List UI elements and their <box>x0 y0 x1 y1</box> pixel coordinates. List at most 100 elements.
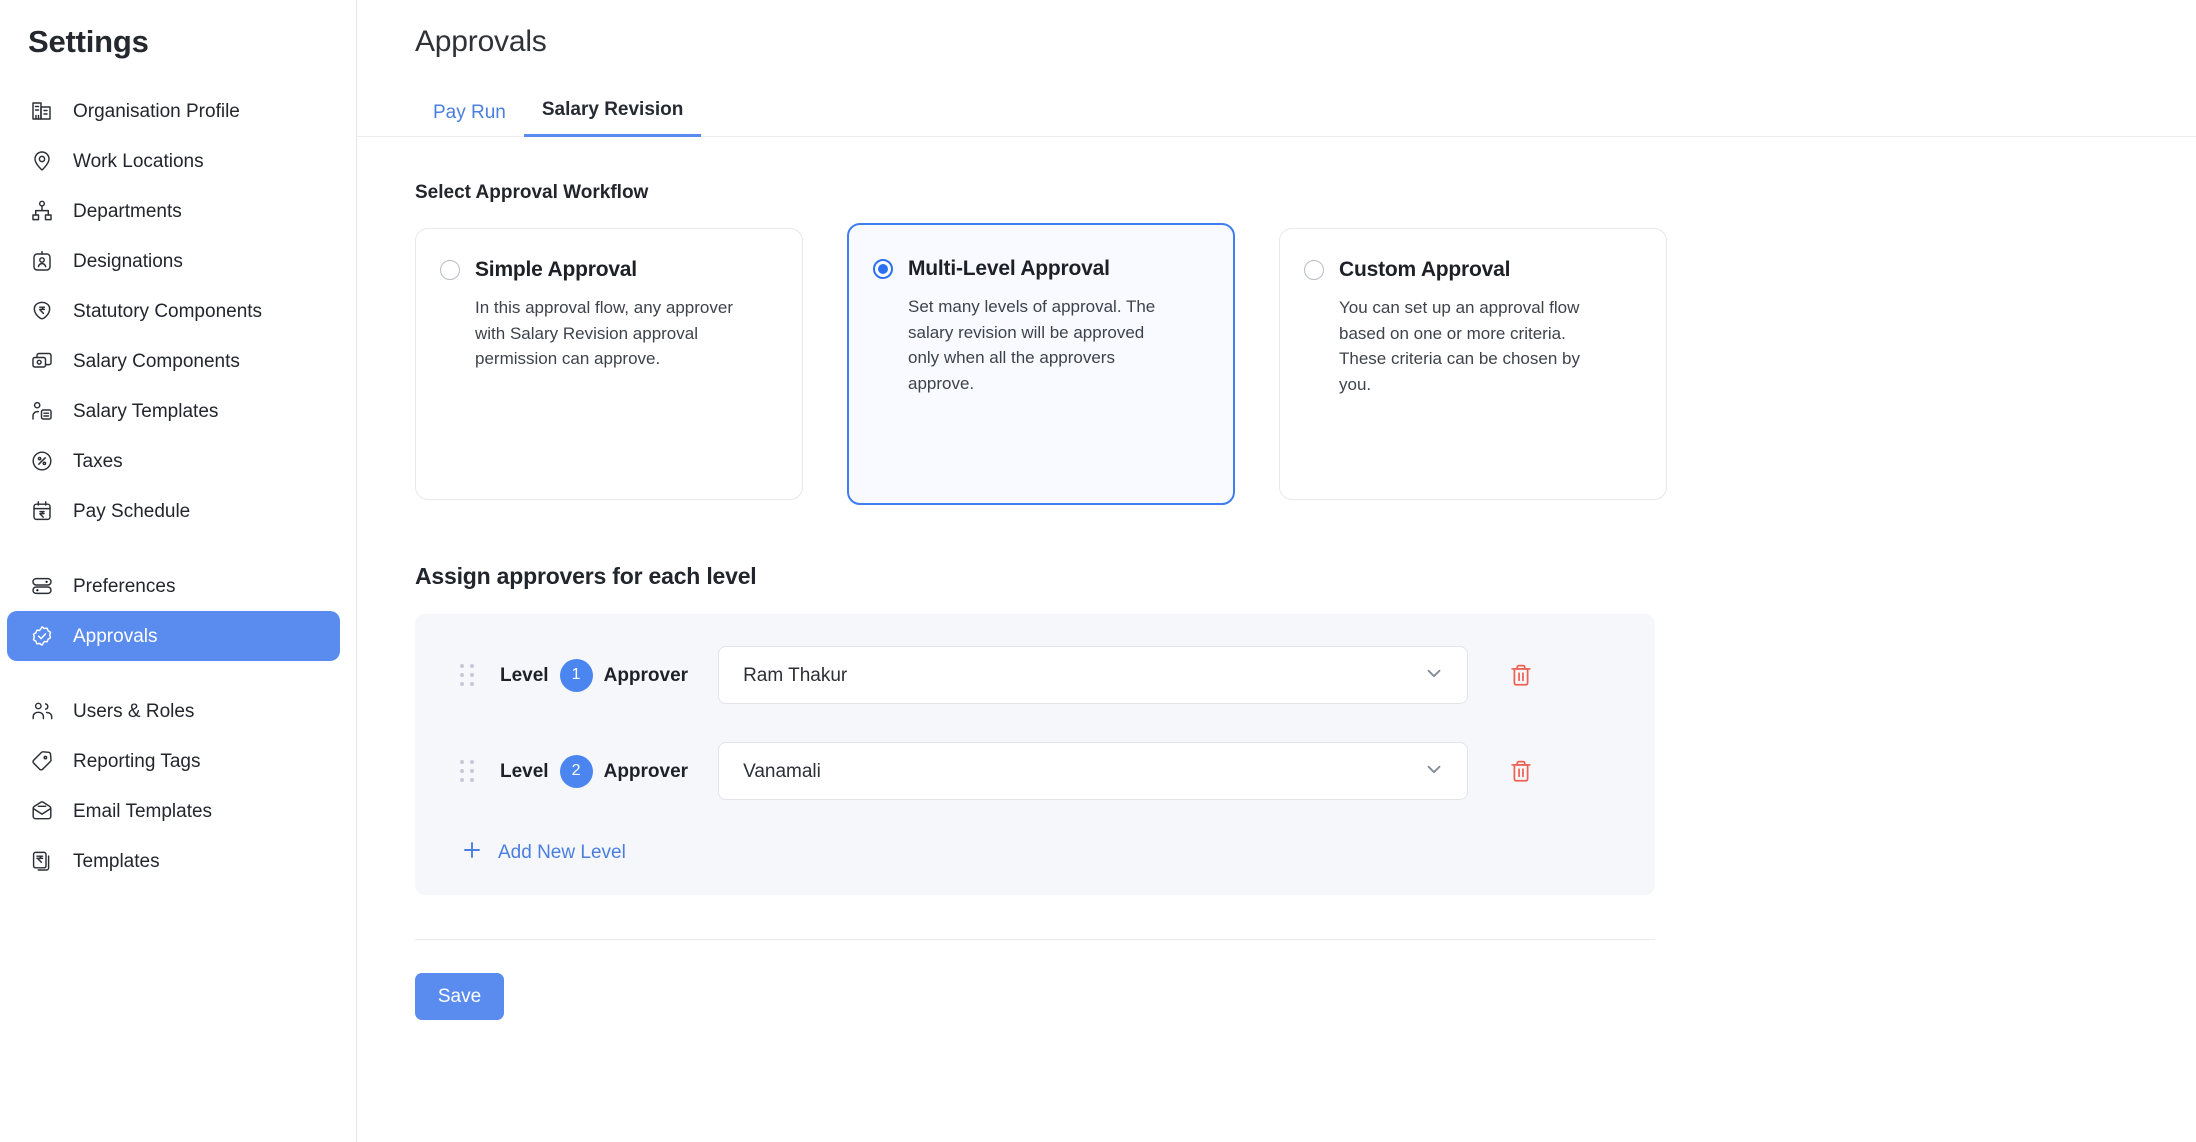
rupee-shield-icon <box>29 298 55 324</box>
drag-handle-icon[interactable] <box>460 663 476 687</box>
approver-word: Approver <box>604 666 688 685</box>
sidebar-item-label: Organisation Profile <box>73 102 240 121</box>
workflow-option-description: You can set up an approval flow based on… <box>1304 295 1604 397</box>
cards-stack-icon <box>29 348 55 374</box>
percent-circle-icon <box>29 448 55 474</box>
sidebar-item-departments[interactable]: Departments <box>7 186 340 236</box>
calendar-rupee-icon <box>29 498 55 524</box>
add-new-level-button[interactable]: Add New Level <box>415 838 626 867</box>
level-row-list: Level 1 Approver Ram Thakur Level 2 Approver Va… <box>415 644 1655 802</box>
tab-bar: Pay RunSalary Revision <box>357 83 2196 137</box>
level-label-group: Level 1 Approver <box>500 659 688 692</box>
approver-select-value: Ram Thakur <box>743 666 847 685</box>
sidebar-item-label: Departments <box>73 202 182 221</box>
sidebar-item-taxes[interactable]: Taxes <box>7 436 340 486</box>
sidebar-item-reporting-tags[interactable]: Reporting Tags <box>7 736 340 786</box>
sidebar-item-label: Templates <box>73 852 160 871</box>
radio-button[interactable] <box>440 260 460 280</box>
sidebar-item-label: Email Templates <box>73 802 212 821</box>
settings-sidebar: Settings Organisation Profile Work Locati… <box>0 0 357 1142</box>
workflow-option-multi-level-approval[interactable]: Multi-Level Approval Set many levels of a… <box>847 223 1235 505</box>
id-badge-icon <box>29 248 55 274</box>
org-chart-icon <box>29 198 55 224</box>
sidebar-title: Settings <box>0 22 356 62</box>
workflow-option-title: Custom Approval <box>1339 257 1510 283</box>
approver-select-value: Vanamali <box>743 762 821 781</box>
sidebar-item-approvals[interactable]: Approvals <box>7 611 340 661</box>
person-document-icon <box>29 398 55 424</box>
drag-handle-icon[interactable] <box>460 759 476 783</box>
tab-salary-revision[interactable]: Salary Revision <box>524 100 702 137</box>
workflow-option-custom-approval[interactable]: Custom Approval You can set up an approva… <box>1279 228 1667 500</box>
workflow-option-header: Custom Approval <box>1304 257 1636 283</box>
workflow-option-header: Simple Approval <box>440 257 772 283</box>
main-content: Approvals Pay RunSalary Revision Select … <box>357 0 2196 1142</box>
sidebar-item-label: Statutory Components <box>73 302 262 321</box>
sidebar-item-label: Designations <box>73 252 183 271</box>
workflow-option-simple-approval[interactable]: Simple Approval In this approval flow, an… <box>415 228 803 500</box>
app-root: Settings Organisation Profile Work Locati… <box>0 0 2196 1142</box>
chevron-down-icon <box>1423 662 1445 689</box>
sidebar-item-label: Salary Components <box>73 352 240 371</box>
workflow-card-list: Simple Approval In this approval flow, an… <box>415 228 2196 505</box>
chevron-down-icon <box>1423 758 1445 785</box>
workflow-option-description: Set many levels of approval. The salary … <box>873 294 1173 396</box>
workflow-option-header: Multi-Level Approval <box>873 256 1203 282</box>
approver-word: Approver <box>604 762 688 781</box>
level-number-badge: 1 <box>560 659 593 692</box>
workflow-option-title: Simple Approval <box>475 257 637 283</box>
level-row: Level 2 Approver Vanamali <box>415 740 1655 802</box>
sidebar-item-label: Users & Roles <box>73 702 194 721</box>
workflow-option-title: Multi-Level Approval <box>908 256 1110 282</box>
check-badge-icon <box>29 623 55 649</box>
save-button[interactable]: Save <box>415 973 504 1020</box>
assign-approvers-heading: Assign approvers for each level <box>415 565 2196 588</box>
delete-level-button[interactable] <box>1504 658 1538 692</box>
envelope-icon <box>29 798 55 824</box>
sidebar-item-email-templates[interactable]: Email Templates <box>7 786 340 836</box>
level-number-badge: 2 <box>560 755 593 788</box>
sidebar-item-organisation-profile[interactable]: Organisation Profile <box>7 86 340 136</box>
delete-level-button[interactable] <box>1504 754 1538 788</box>
tab-pay-run[interactable]: Pay Run <box>415 103 524 137</box>
workflow-option-description: In this approval flow, any approver with… <box>440 295 740 372</box>
sidebar-item-pay-schedule[interactable]: Pay Schedule <box>7 486 340 536</box>
map-pin-icon <box>29 148 55 174</box>
tag-icon <box>29 748 55 774</box>
sidebar-item-label: Preferences <box>73 577 175 596</box>
plus-icon <box>460 838 484 867</box>
sidebar-item-work-locations[interactable]: Work Locations <box>7 136 340 186</box>
sidebar-item-statutory-components[interactable]: Statutory Components <box>7 286 340 336</box>
sidebar-item-salary-templates[interactable]: Salary Templates <box>7 386 340 436</box>
level-label-group: Level 2 Approver <box>500 755 688 788</box>
sidebar-item-designations[interactable]: Designations <box>7 236 340 286</box>
approver-select[interactable]: Ram Thakur <box>718 646 1468 704</box>
radio-button[interactable] <box>873 259 893 279</box>
approver-select[interactable]: Vanamali <box>718 742 1468 800</box>
users-icon <box>29 698 55 724</box>
sidebar-item-preferences[interactable]: Preferences <box>7 561 340 611</box>
select-workflow-heading: Select Approval Workflow <box>415 183 2196 202</box>
add-new-level-label: Add New Level <box>498 843 626 862</box>
radio-button[interactable] <box>1304 260 1324 280</box>
sidebar-item-label: Reporting Tags <box>73 752 200 771</box>
sliders-icon <box>29 573 55 599</box>
sidebar-nav: Organisation Profile Work Locations Depart… <box>0 86 356 886</box>
level-row: Level 1 Approver Ram Thakur <box>415 644 1655 706</box>
sidebar-item-salary-components[interactable]: Salary Components <box>7 336 340 386</box>
sidebar-item-label: Pay Schedule <box>73 502 190 521</box>
building-icon <box>29 98 55 124</box>
sidebar-item-users-roles[interactable]: Users & Roles <box>7 686 340 736</box>
footer-divider <box>415 939 1655 940</box>
sidebar-group-spacer <box>0 661 356 686</box>
levels-panel: Level 1 Approver Ram Thakur Level 2 Approver Va… <box>415 614 1655 895</box>
sidebar-item-label: Approvals <box>73 627 158 646</box>
content-area: Select Approval Workflow Simple Approval… <box>357 183 2196 1020</box>
sidebar-item-label: Taxes <box>73 452 123 471</box>
sidebar-item-templates[interactable]: Templates <box>7 836 340 886</box>
level-word: Level <box>500 666 549 685</box>
level-word: Level <box>500 762 549 781</box>
sidebar-item-label: Work Locations <box>73 152 204 171</box>
sidebar-group-spacer <box>0 536 356 561</box>
sidebar-item-label: Salary Templates <box>73 402 218 421</box>
